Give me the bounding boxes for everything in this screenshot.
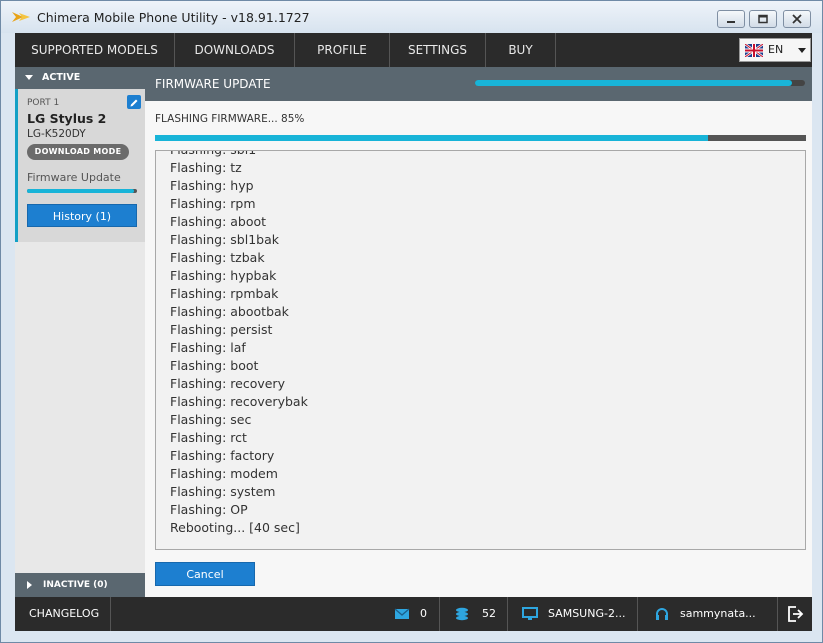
user-indicator[interactable]: sammynata... [638,597,778,631]
log-line: Flashing: sbl1bak [170,232,279,247]
device-name: LG Stylus 2 [27,111,107,126]
panel-header: FIRMWARE UPDATE [145,67,812,101]
log-line: Flashing: sbl1 [170,151,308,159]
log-line: Flashing: sec [170,412,252,427]
messages-indicator[interactable]: 0 [380,597,440,631]
app-window: Chimera Mobile Phone Utility - v18.91.17… [0,0,823,643]
log-line: Flashing: boot [170,358,259,373]
log-line: Flashing: hyp [170,178,254,193]
active-section-header[interactable]: ACTIVE [15,67,145,89]
title-bar[interactable]: Chimera Mobile Phone Utility - v18.91.17… [1,1,822,33]
logout-button[interactable] [778,597,812,631]
language-value: EN [768,43,784,56]
nav-downloads[interactable]: DOWNLOADS [175,33,295,67]
user-name: sammynata... [680,607,756,620]
credits-indicator[interactable]: 52 [440,597,508,631]
log-line: Flashing: rpmbak [170,286,279,301]
log-line: Flashing: tz [170,160,242,175]
nav-supported-models[interactable]: SUPPORTED MODELS [15,33,175,67]
log-line: Flashing: tzbak [170,250,265,265]
port-card[interactable]: PORT 1 LG Stylus 2 LG-K520DY DOWNLOAD MO… [15,89,145,242]
language-select[interactable]: EN [739,38,811,62]
pencil-icon [130,99,138,107]
status-bar: CHANGELOG 0 52 SAMSUNG-2... sammynata... [15,597,812,631]
chimera-logo-icon [12,12,30,22]
log-line: Flashing: factory [170,448,275,463]
inactive-section-label: INACTIVE (0) [43,580,108,590]
header-progress-fill [475,80,792,86]
coins-stack-icon [456,607,468,621]
nav-buy[interactable]: BUY [486,33,556,67]
envelope-icon [394,608,410,619]
log-line: Flashing: system [170,484,276,499]
log-line: Flashing: OP [170,502,248,517]
firmware-update-panel: FIRMWARE UPDATE FLASHING FIRMWARE... 85%… [145,67,812,597]
headset-icon [656,608,668,620]
log-line: Flashing: recovery [170,376,285,391]
collapse-triangle-icon [25,75,33,80]
task-progress-bar [27,189,137,193]
log-line: Flashing: persist [170,322,273,337]
device-model: LG-K520DY [27,128,86,140]
port-label: PORT 1 [27,98,60,108]
chevron-down-icon [798,48,806,53]
inactive-section-header[interactable]: INACTIVE (0) [15,573,145,597]
maximize-icon [758,14,768,24]
flashing-progress-fill [155,135,709,141]
edit-port-button[interactable] [127,95,141,109]
messages-count: 0 [420,607,427,620]
mode-badge: DOWNLOAD MODE [27,144,129,160]
changelog-link[interactable]: CHANGELOG [15,597,111,631]
computer-indicator[interactable]: SAMSUNG-2... [508,597,638,631]
log-line: Rebooting... [40 sec] [170,520,300,535]
close-button[interactable] [783,10,811,28]
nav-profile[interactable]: PROFILE [295,33,390,67]
monitor-icon [522,607,538,620]
task-label: Firmware Update [27,171,121,184]
expand-triangle-icon [27,581,32,589]
panel-title: FIRMWARE UPDATE [155,77,271,91]
flashing-progress-bar [155,135,806,141]
log-line: Flashing: aboot [170,214,267,229]
logout-icon [788,606,804,622]
uk-flag-icon [745,44,763,57]
credits-count: 52 [482,607,496,620]
flash-log[interactable]: Flashing: sbl1Flashing: tz Flashing: hyp F… [155,150,806,550]
log-line: Flashing: rpm [170,196,256,211]
cancel-button[interactable]: Cancel [155,562,255,586]
nav-settings[interactable]: SETTINGS [390,33,486,67]
log-line: Flashing: recoverybak [170,394,308,409]
top-navigation: SUPPORTED MODELS DOWNLOADS PROFILE SETTI… [15,33,812,67]
header-progress-bar [475,80,805,86]
log-line: Flashing: abootbak [170,304,289,319]
log-line: Flashing: hypbak [170,268,277,283]
log-line: Flashing: laf [170,340,246,355]
maximize-button[interactable] [749,10,777,28]
app-content: SUPPORTED MODELS DOWNLOADS PROFILE SETTI… [15,33,812,631]
close-icon [792,14,802,24]
flash-log-lines: Flashing: sbl1Flashing: tz Flashing: hyp F… [170,151,308,537]
log-line: Flashing: modem [170,466,278,481]
minimize-icon [727,21,735,23]
task-progress-fill [27,189,134,193]
device-sidebar: ACTIVE PORT 1 LG Stylus 2 LG-K520DY DOWN… [15,67,145,597]
computer-name: SAMSUNG-2... [548,607,626,620]
log-line: Flashing: rct [170,430,247,445]
minimize-button[interactable] [717,10,745,28]
active-section-label: ACTIVE [42,72,81,83]
window-title: Chimera Mobile Phone Utility - v18.91.17… [37,10,310,25]
history-button[interactable]: History (1) [27,204,137,227]
flashing-status: FLASHING FIRMWARE... 85% [155,113,305,125]
